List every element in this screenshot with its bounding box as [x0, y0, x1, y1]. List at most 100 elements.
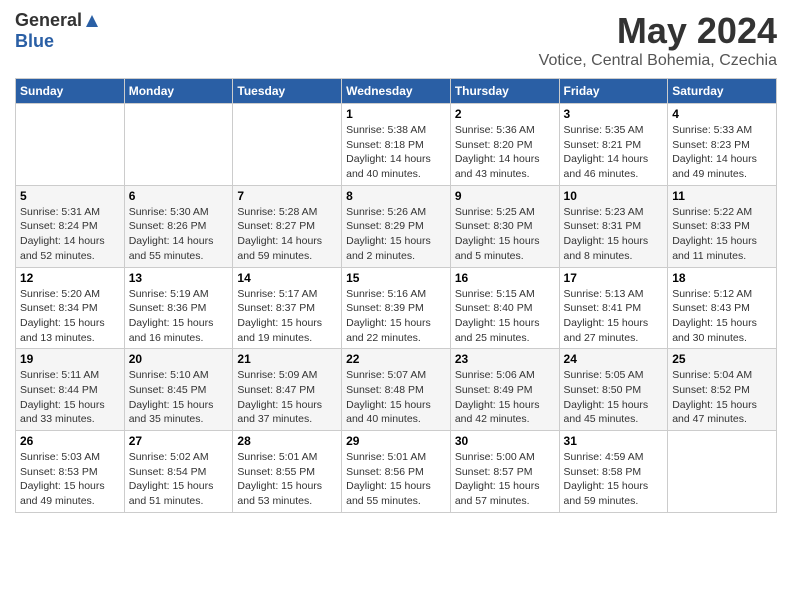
cell-day-number: 17	[564, 271, 664, 285]
calendar-cell: 10Sunrise: 5:23 AMSunset: 8:31 PMDayligh…	[559, 185, 668, 267]
calendar-cell	[668, 431, 777, 513]
cell-day-number: 7	[237, 189, 337, 203]
cell-sun-info: Sunrise: 5:28 AMSunset: 8:27 PMDaylight:…	[237, 205, 337, 264]
cell-sun-info: Sunrise: 5:23 AMSunset: 8:31 PMDaylight:…	[564, 205, 664, 264]
logo-blue-text: Blue	[15, 31, 54, 51]
logo-icon	[84, 13, 100, 29]
cell-day-number: 14	[237, 271, 337, 285]
cell-day-number: 20	[129, 352, 229, 366]
weekday-header-thursday: Thursday	[450, 79, 559, 104]
calendar-table: SundayMondayTuesdayWednesdayThursdayFrid…	[15, 78, 777, 513]
calendar-cell: 8Sunrise: 5:26 AMSunset: 8:29 PMDaylight…	[342, 185, 451, 267]
cell-day-number: 27	[129, 434, 229, 448]
cell-day-number: 31	[564, 434, 664, 448]
cell-day-number: 29	[346, 434, 446, 448]
cell-day-number: 1	[346, 107, 446, 121]
calendar-cell: 21 Sunrise: 5:09 AMSunset: 8:47 PMDayligh…	[233, 349, 342, 431]
calendar-cell: 17 Sunrise: 5:13 AMSunset: 8:41 PMDayligh…	[559, 267, 668, 349]
calendar-week-5: 26Sunrise: 5:03 AMSunset: 8:53 PMDayligh…	[16, 431, 777, 513]
weekday-header-saturday: Saturday	[668, 79, 777, 104]
calendar-cell: 5Sunrise: 5:31 AMSunset: 8:24 PMDaylight…	[16, 185, 125, 267]
cell-sun-info: Sunrise: 5:06 AMSunset: 8:49 PMDaylight:…	[455, 368, 555, 427]
weekday-header-sunday: Sunday	[16, 79, 125, 104]
cell-day-number: 2	[455, 107, 555, 121]
calendar-cell: 20 Sunrise: 5:10 AMSunset: 8:45 PMDayligh…	[124, 349, 233, 431]
cell-sun-info: Sunrise: 5:02 AMSunset: 8:54 PMDaylight:…	[129, 450, 229, 509]
header: General Blue May 2024 Votice, Central Bo…	[15, 10, 777, 70]
cell-day-number: 28	[237, 434, 337, 448]
location: Votice, Central Bohemia, Czechia	[539, 52, 777, 70]
cell-sun-info: Sunrise: 5:16 AMSunset: 8:39 PMDaylight:…	[346, 287, 446, 346]
cell-sun-info: Sunrise: 5:36 AMSunset: 8:20 PMDaylight:…	[455, 123, 555, 182]
calendar-cell: 19Sunrise: 5:11 AMSunset: 8:44 PMDayligh…	[16, 349, 125, 431]
cell-sun-info: Sunrise: 5:19 AMSunset: 8:36 PMDaylight:…	[129, 287, 229, 346]
cell-day-number: 3	[564, 107, 664, 121]
calendar-cell	[16, 104, 125, 186]
logo-general-text: General	[15, 10, 82, 31]
calendar-week-2: 5Sunrise: 5:31 AMSunset: 8:24 PMDaylight…	[16, 185, 777, 267]
cell-sun-info: Sunrise: 5:30 AMSunset: 8:26 PMDaylight:…	[129, 205, 229, 264]
cell-day-number: 22	[346, 352, 446, 366]
calendar-cell: 27 Sunrise: 5:02 AMSunset: 8:54 PMDayligh…	[124, 431, 233, 513]
cell-day-number: 5	[20, 189, 120, 203]
calendar-cell	[233, 104, 342, 186]
cell-day-number: 13	[129, 271, 229, 285]
cell-sun-info: Sunrise: 5:17 AMSunset: 8:37 PMDaylight:…	[237, 287, 337, 346]
cell-day-number: 25	[672, 352, 772, 366]
calendar-cell: 31 Sunrise: 4:59 AMSunset: 8:58 PMDayligh…	[559, 431, 668, 513]
cell-sun-info: Sunrise: 5:00 AMSunset: 8:57 PMDaylight:…	[455, 450, 555, 509]
cell-day-number: 30	[455, 434, 555, 448]
weekday-header-friday: Friday	[559, 79, 668, 104]
cell-sun-info: Sunrise: 4:59 AMSunset: 8:58 PMDaylight:…	[564, 450, 664, 509]
cell-sun-info: Sunrise: 5:15 AMSunset: 8:40 PMDaylight:…	[455, 287, 555, 346]
calendar-cell: 12Sunrise: 5:20 AMSunset: 8:34 PMDayligh…	[16, 267, 125, 349]
logo: General Blue	[15, 10, 100, 52]
calendar-cell	[124, 104, 233, 186]
cell-sun-info: Sunrise: 5:01 AMSunset: 8:55 PMDaylight:…	[237, 450, 337, 509]
calendar-cell: 13 Sunrise: 5:19 AMSunset: 8:36 PMDayligh…	[124, 267, 233, 349]
cell-day-number: 19	[20, 352, 120, 366]
weekday-header-wednesday: Wednesday	[342, 79, 451, 104]
cell-sun-info: Sunrise: 5:25 AMSunset: 8:30 PMDaylight:…	[455, 205, 555, 264]
weekday-header-row: SundayMondayTuesdayWednesdayThursdayFrid…	[16, 79, 777, 104]
calendar-cell: 28 Sunrise: 5:01 AMSunset: 8:55 PMDayligh…	[233, 431, 342, 513]
month-year: May 2024	[539, 10, 777, 52]
cell-sun-info: Sunrise: 5:22 AMSunset: 8:33 PMDaylight:…	[672, 205, 772, 264]
cell-day-number: 4	[672, 107, 772, 121]
weekday-header-monday: Monday	[124, 79, 233, 104]
cell-day-number: 6	[129, 189, 229, 203]
calendar-cell: 14 Sunrise: 5:17 AMSunset: 8:37 PMDayligh…	[233, 267, 342, 349]
title-section: May 2024 Votice, Central Bohemia, Czechi…	[539, 10, 777, 70]
calendar-cell: 25 Sunrise: 5:04 AMSunset: 8:52 PMDayligh…	[668, 349, 777, 431]
calendar-cell: 26Sunrise: 5:03 AMSunset: 8:53 PMDayligh…	[16, 431, 125, 513]
cell-day-number: 15	[346, 271, 446, 285]
cell-day-number: 16	[455, 271, 555, 285]
cell-day-number: 21	[237, 352, 337, 366]
cell-day-number: 8	[346, 189, 446, 203]
cell-day-number: 9	[455, 189, 555, 203]
calendar-cell: 16 Sunrise: 5:15 AMSunset: 8:40 PMDayligh…	[450, 267, 559, 349]
cell-sun-info: Sunrise: 5:38 AMSunset: 8:18 PMDaylight:…	[346, 123, 446, 182]
calendar-cell: 29Sunrise: 5:01 AMSunset: 8:56 PMDayligh…	[342, 431, 451, 513]
cell-sun-info: Sunrise: 5:12 AMSunset: 8:43 PMDaylight:…	[672, 287, 772, 346]
calendar-week-3: 12Sunrise: 5:20 AMSunset: 8:34 PMDayligh…	[16, 267, 777, 349]
cell-day-number: 26	[20, 434, 120, 448]
calendar-week-4: 19Sunrise: 5:11 AMSunset: 8:44 PMDayligh…	[16, 349, 777, 431]
cell-day-number: 11	[672, 189, 772, 203]
cell-sun-info: Sunrise: 5:13 AMSunset: 8:41 PMDaylight:…	[564, 287, 664, 346]
cell-sun-info: Sunrise: 5:04 AMSunset: 8:52 PMDaylight:…	[672, 368, 772, 427]
weekday-header-tuesday: Tuesday	[233, 79, 342, 104]
cell-day-number: 24	[564, 352, 664, 366]
calendar-week-1: 1 Sunrise: 5:38 AMSunset: 8:18 PMDaylight…	[16, 104, 777, 186]
calendar-cell: 4Sunrise: 5:33 AMSunset: 8:23 PMDaylight…	[668, 104, 777, 186]
calendar-cell: 24Sunrise: 5:05 AMSunset: 8:50 PMDayligh…	[559, 349, 668, 431]
calendar-cell: 11 Sunrise: 5:22 AMSunset: 8:33 PMDayligh…	[668, 185, 777, 267]
calendar-cell: 15 Sunrise: 5:16 AMSunset: 8:39 PMDayligh…	[342, 267, 451, 349]
calendar-cell: 2 Sunrise: 5:36 AMSunset: 8:20 PMDaylight…	[450, 104, 559, 186]
calendar-cell: 6 Sunrise: 5:30 AMSunset: 8:26 PMDaylight…	[124, 185, 233, 267]
cell-day-number: 18	[672, 271, 772, 285]
calendar-cell: 7 Sunrise: 5:28 AMSunset: 8:27 PMDaylight…	[233, 185, 342, 267]
cell-sun-info: Sunrise: 5:10 AMSunset: 8:45 PMDaylight:…	[129, 368, 229, 427]
calendar-cell: 18 Sunrise: 5:12 AMSunset: 8:43 PMDayligh…	[668, 267, 777, 349]
cell-sun-info: Sunrise: 5:09 AMSunset: 8:47 PMDaylight:…	[237, 368, 337, 427]
